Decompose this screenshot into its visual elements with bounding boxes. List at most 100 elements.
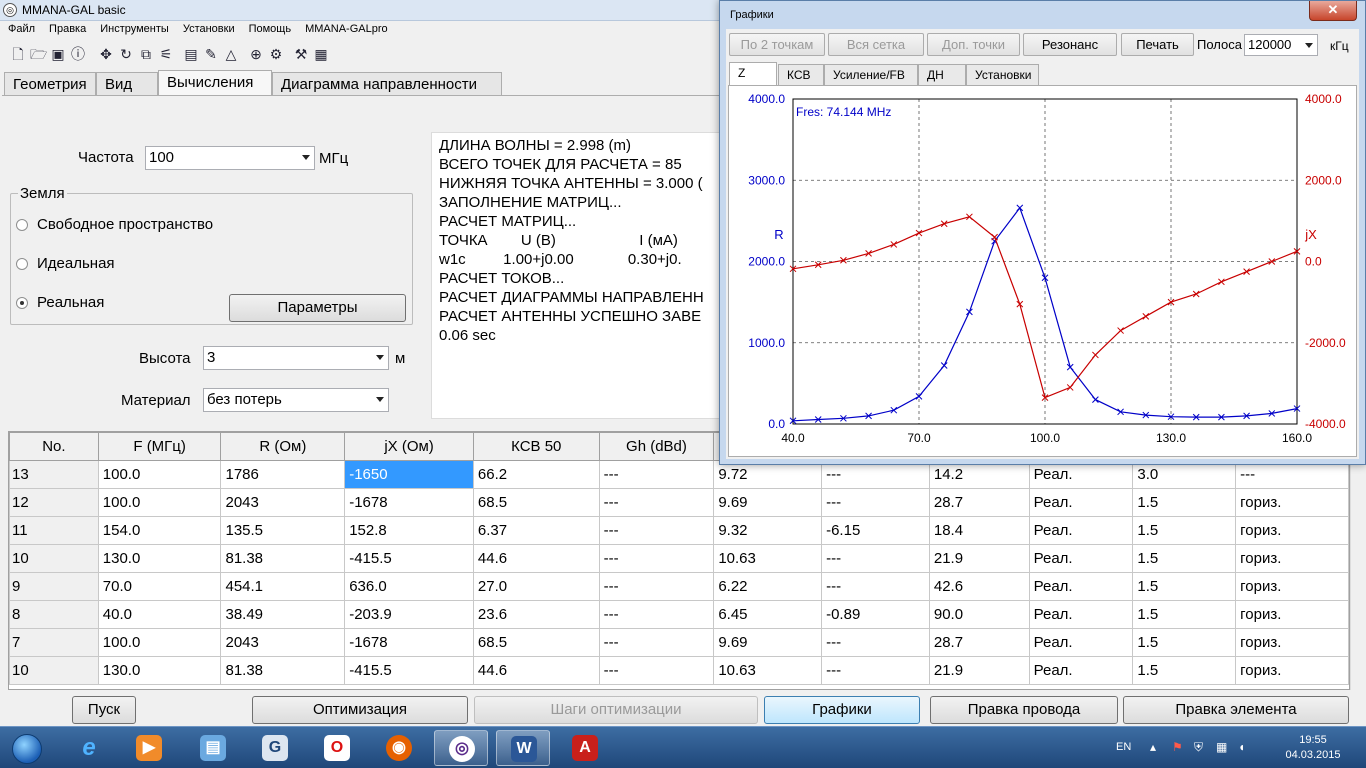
flag-icon[interactable]: ⚑: [1172, 740, 1183, 754]
tray-arrow-icon[interactable]: ▴: [1150, 740, 1156, 754]
table-cell[interactable]: 1.5: [1132, 656, 1237, 685]
menu-help[interactable]: Помощь: [241, 21, 298, 35]
table-cell[interactable]: 1.5: [1132, 516, 1237, 545]
table-cell[interactable]: 152.8: [344, 516, 474, 545]
table-cell[interactable]: гориз.: [1235, 488, 1349, 517]
table-cell[interactable]: 40.0: [97, 600, 222, 629]
taskbar-pdf[interactable]: A: [558, 730, 612, 766]
table-cell[interactable]: 100.0: [97, 488, 222, 517]
taskbar-firefox[interactable]: ◉: [372, 730, 426, 766]
table-cell[interactable]: 70.0: [97, 572, 222, 601]
ground-free-label[interactable]: Свободное пространство: [37, 216, 213, 233]
resonance-button[interactable]: Резонанс: [1023, 33, 1117, 56]
column-header[interactable]: Gh (dBd): [598, 432, 715, 461]
table-cell[interactable]: ---: [598, 516, 715, 545]
table-cell[interactable]: 10.63: [713, 656, 823, 685]
row-number-cell[interactable]: 10: [9, 544, 99, 573]
split-icon[interactable]: ⚟: [158, 46, 174, 62]
clock-time[interactable]: 19:55: [1278, 734, 1348, 746]
menu-settings[interactable]: Установки: [175, 21, 241, 35]
column-header[interactable]: jX (Ом): [344, 432, 474, 461]
table-cell[interactable]: ---: [821, 488, 930, 517]
table-cell[interactable]: Реал.: [1028, 516, 1134, 545]
table-cell[interactable]: -415.5: [344, 544, 474, 573]
close-icon[interactable]: ✕: [1309, 1, 1357, 21]
move-icon[interactable]: ✥: [98, 46, 114, 62]
crosshair-icon[interactable]: ⊕: [248, 46, 264, 62]
table-cell[interactable]: Реал.: [1028, 488, 1134, 517]
table-cell[interactable]: 9.69: [713, 488, 823, 517]
table-scrollbar[interactable]: [1350, 431, 1366, 690]
table-cell[interactable]: 1.5: [1132, 628, 1237, 657]
tab-calculation[interactable]: Вычисления: [158, 70, 272, 96]
table-cell[interactable]: 44.6: [472, 544, 600, 573]
table-cell[interactable]: 21.9: [928, 544, 1030, 573]
table-cell[interactable]: гориз.: [1235, 544, 1349, 573]
rotate-icon[interactable]: ↻: [118, 46, 134, 62]
table-cell[interactable]: гориз.: [1235, 600, 1349, 629]
start-button[interactable]: [4, 729, 48, 767]
table-cell[interactable]: 38.49: [220, 600, 346, 629]
row-number-cell[interactable]: 7: [9, 628, 99, 657]
table-cell[interactable]: гориз.: [1235, 516, 1349, 545]
params-button[interactable]: Параметры: [229, 294, 406, 322]
ground-free-radio[interactable]: [16, 219, 28, 231]
report-icon[interactable]: ▤: [183, 46, 199, 62]
table-cell[interactable]: -1650: [344, 460, 474, 489]
row-number-cell[interactable]: 10: [9, 656, 99, 685]
menu-file[interactable]: Файл: [0, 21, 41, 35]
two-points-button[interactable]: По 2 точкам: [729, 33, 825, 56]
table-cell[interactable]: ---: [598, 460, 715, 489]
table-cell[interactable]: 1.5: [1132, 572, 1237, 601]
table-row[interactable]: 8 40.0 38.49 -203.9 23.6 --- 6.45 -0.89 90.0 Реал…: [9, 600, 1349, 629]
height-combo[interactable]: 3: [203, 346, 389, 370]
table-cell[interactable]: 100.0: [97, 628, 222, 657]
menu-pro[interactable]: MMANA-GALpro: [297, 21, 394, 35]
row-number-cell[interactable]: 13: [9, 460, 99, 489]
table-cell[interactable]: 9.32: [713, 516, 823, 545]
table-cell[interactable]: -0.89: [821, 600, 930, 629]
table-cell[interactable]: ---: [598, 488, 715, 517]
table-cell[interactable]: 23.6: [472, 600, 600, 629]
edit-wire-button[interactable]: Правка провода: [930, 696, 1118, 724]
column-header[interactable]: No.: [9, 432, 99, 461]
extra-points-button[interactable]: Доп. точки: [927, 33, 1020, 56]
table-row[interactable]: 12 100.0 2043 -1678 68.5 --- 9.69 --- 28.7 Реал. 1…: [9, 488, 1349, 517]
table-cell[interactable]: Реал.: [1028, 600, 1134, 629]
band-combo[interactable]: 120000: [1244, 34, 1318, 56]
ground-ideal-label[interactable]: Идеальная: [37, 255, 115, 272]
table-cell[interactable]: 68.5: [472, 488, 600, 517]
table-cell[interactable]: 636.0: [344, 572, 474, 601]
row-number-cell[interactable]: 12: [9, 488, 99, 517]
tab-swr[interactable]: КСВ: [778, 64, 824, 85]
edit-element-button[interactable]: Правка элемента: [1123, 696, 1349, 724]
tab-z[interactable]: Z: [729, 62, 777, 86]
tab-gain[interactable]: Усиление/FB: [824, 64, 918, 85]
table-cell[interactable]: ---: [598, 572, 715, 601]
table-cell[interactable]: ---: [598, 544, 715, 573]
table-cell[interactable]: 130.0: [97, 656, 222, 685]
taskbar-files[interactable]: ▤: [186, 730, 240, 766]
table-cell[interactable]: гориз.: [1235, 656, 1349, 685]
table-cell[interactable]: 1.5: [1132, 544, 1237, 573]
freq-combo[interactable]: 100: [145, 146, 315, 170]
table-cell[interactable]: 21.9: [928, 656, 1030, 685]
tab-graph-settings[interactable]: Установки: [966, 64, 1039, 85]
gear-icon[interactable]: ⚙: [268, 46, 284, 62]
language-indicator[interactable]: EN: [1116, 741, 1131, 753]
optimize-steps-button[interactable]: Шаги оптимизации: [474, 696, 758, 724]
save-icon[interactable]: ▣: [50, 46, 66, 62]
menu-edit[interactable]: Правка: [41, 21, 92, 35]
calculator-icon[interactable]: ▦: [313, 46, 329, 62]
table-cell[interactable]: 6.45: [713, 600, 823, 629]
table-cell[interactable]: -6.15: [821, 516, 930, 545]
table-cell[interactable]: Реал.: [1028, 572, 1134, 601]
material-combo[interactable]: без потерь: [203, 388, 389, 412]
table-cell[interactable]: 27.0: [472, 572, 600, 601]
table-row[interactable]: 9 70.0 454.1 636.0 27.0 --- 6.22 --- 42.6 Реал. 1.…: [9, 572, 1349, 601]
table-cell[interactable]: 454.1: [220, 572, 346, 601]
table-cell[interactable]: ---: [821, 544, 930, 573]
table-cell[interactable]: -1678: [344, 488, 474, 517]
table-cell[interactable]: 10.63: [713, 544, 823, 573]
clock-date[interactable]: 04.03.2015: [1278, 749, 1348, 761]
